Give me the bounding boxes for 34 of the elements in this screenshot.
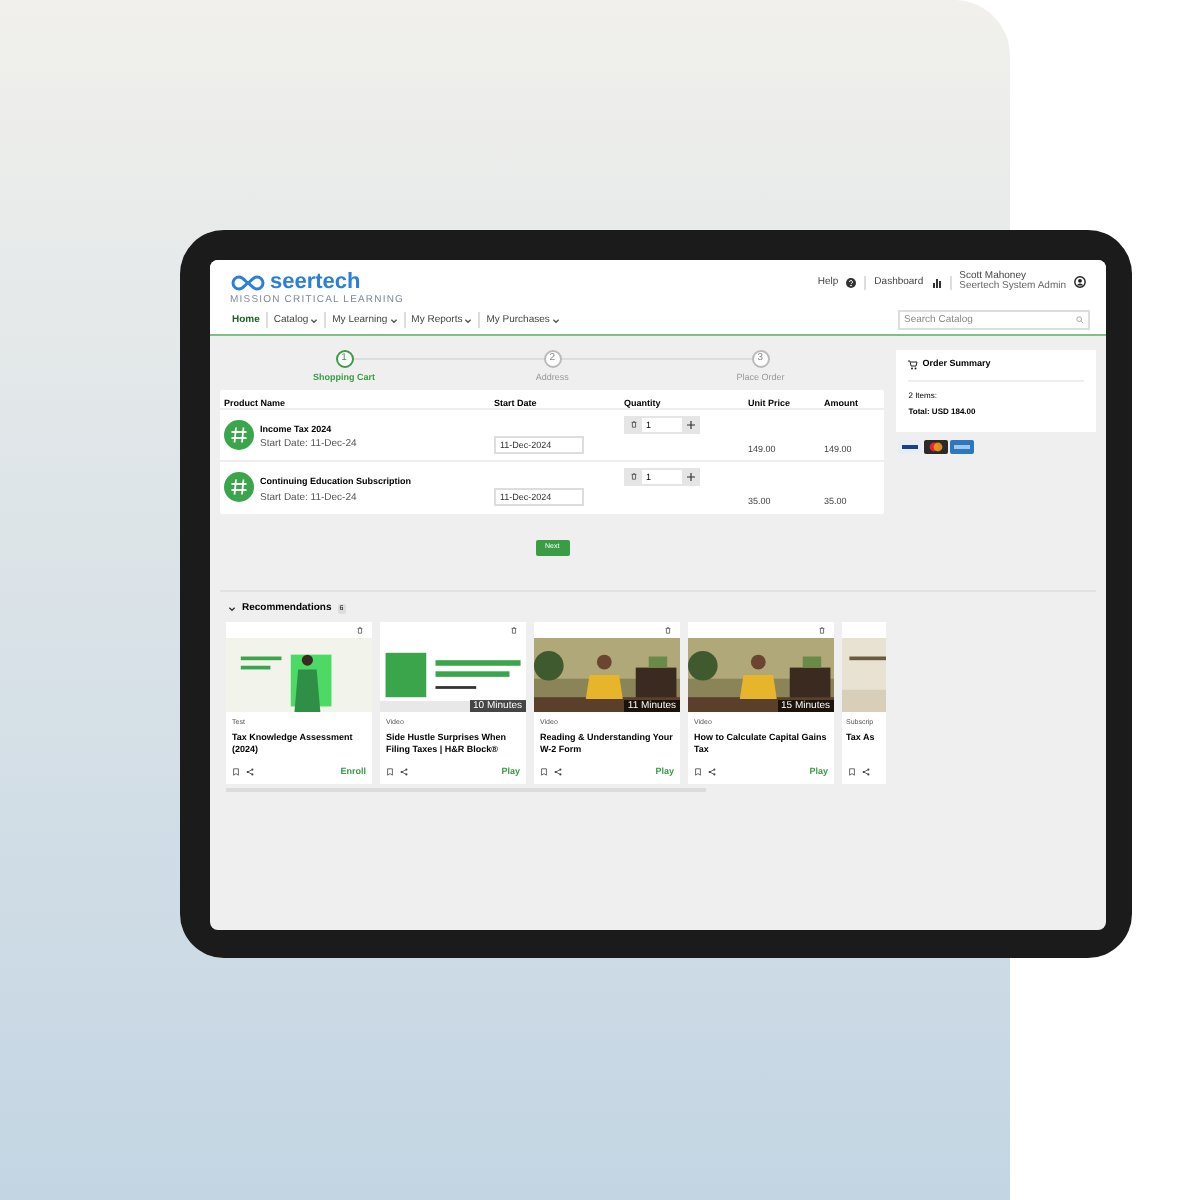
plus-icon	[686, 419, 696, 430]
trash-icon	[818, 626, 826, 635]
share-icon	[708, 768, 716, 776]
delete-button[interactable]	[624, 415, 642, 434]
infinity-logo-icon	[230, 274, 266, 292]
trash-icon	[356, 626, 364, 635]
bar-chart-icon	[931, 277, 942, 287]
bookmark-icon	[540, 768, 548, 776]
trash-icon	[664, 626, 672, 635]
delete-button[interactable]	[624, 467, 642, 486]
chevron-down-icon	[389, 317, 398, 323]
search-icon	[1076, 316, 1084, 324]
user-icon	[1074, 276, 1086, 288]
cart-icon	[908, 359, 919, 370]
chevron-down-icon	[228, 606, 236, 612]
increase-button[interactable]	[682, 467, 700, 486]
trash-icon	[629, 472, 637, 481]
chevron-down-icon	[551, 317, 560, 323]
share-icon	[400, 768, 408, 776]
chevron-down-icon	[464, 317, 473, 323]
bookmark-icon	[694, 768, 702, 776]
chevron-down-icon	[310, 317, 319, 323]
help-icon	[846, 277, 857, 287]
increase-button[interactable]	[682, 415, 700, 434]
share-icon	[246, 768, 254, 776]
bookmark-icon	[232, 768, 240, 776]
trash-icon	[629, 420, 637, 429]
bookmark-icon	[386, 768, 394, 776]
logo-text: seertech	[270, 272, 361, 294]
bookmark-icon	[848, 768, 856, 776]
trash-icon	[510, 626, 518, 635]
plus-icon	[686, 471, 696, 482]
share-icon	[862, 768, 870, 776]
share-icon	[554, 768, 562, 776]
